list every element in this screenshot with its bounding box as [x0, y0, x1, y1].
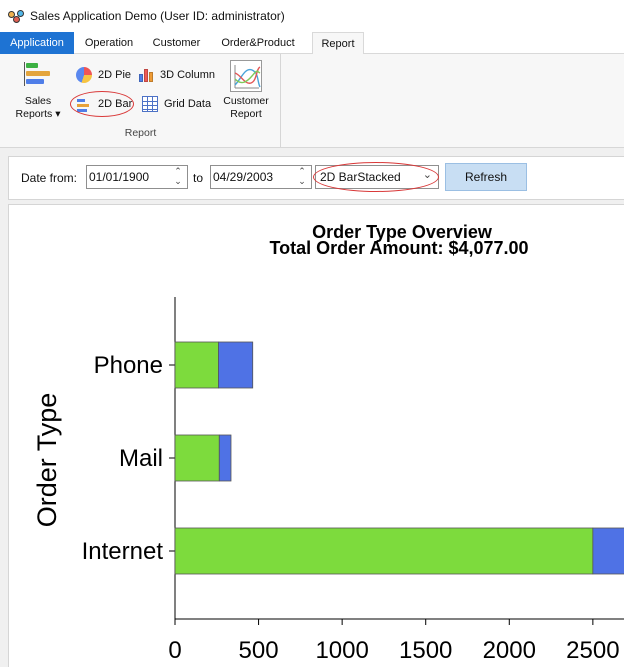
tab-order-product[interactable]: Order&Product — [219, 32, 297, 54]
3d-column-label: 3D Column — [160, 69, 216, 81]
tab-operation[interactable]: Operation — [82, 32, 136, 54]
y-tick-label-internet: Internet — [82, 538, 164, 565]
sales-reports-icon — [22, 60, 54, 92]
column-chart-icon — [138, 67, 154, 83]
customer-report-label-line2: Report — [230, 108, 262, 120]
report-ribbon: Sales Reports ▾ 2D Pie 2D Bar 3D Column … — [0, 54, 624, 148]
application-window: Sales Application Demo (User ID: adminis… — [0, 0, 624, 667]
grid-data-button[interactable]: Grid Data — [142, 95, 211, 113]
tab-report[interactable]: Report — [312, 32, 364, 55]
chevron-down-icon: ⌄ — [174, 176, 182, 186]
x-tick-label-500: 500 — [239, 637, 279, 664]
customer-report-button[interactable]: Customer Report — [220, 60, 272, 121]
grid-icon — [142, 96, 158, 112]
x-tick-label-0: 0 — [168, 637, 181, 664]
bar-chart-icon — [76, 96, 92, 112]
report-ribbon-group: Sales Reports ▾ 2D Pie 2D Bar 3D Column … — [0, 54, 281, 147]
chart-type-select[interactable]: 2D BarStacked ⌄ — [315, 165, 439, 189]
x-tick-label-2000: 2000 — [483, 637, 536, 664]
ribbon-group-label: Report — [124, 127, 157, 139]
sales-reports-label-line2: Reports ▾ — [15, 108, 61, 120]
bar-mail-segment-1 — [174, 434, 220, 482]
bar-internet-segment-2 — [592, 527, 624, 575]
x-tick-label-1500: 1500 — [399, 637, 452, 664]
chevron-down-icon: ⌄ — [422, 169, 432, 181]
date-from-label: Date from: — [21, 171, 78, 185]
date-from-value: 01/01/1900 — [89, 170, 150, 184]
3d-column-button[interactable]: 3D Column — [138, 66, 215, 84]
2d-bar-button[interactable]: 2D Bar — [76, 95, 132, 113]
sales-reports-button[interactable]: Sales Reports ▾ — [12, 60, 64, 121]
to-label: to — [193, 171, 204, 185]
window-title: Sales Application Demo (User ID: adminis… — [30, 9, 285, 23]
y-tick-label-mail: Mail — [119, 445, 163, 472]
bar-phone-segment-2 — [218, 341, 254, 389]
grid-data-label: Grid Data — [164, 98, 212, 110]
sales-reports-label-line1: Sales — [24, 95, 52, 107]
chart-panel: Order Type Overview Total Order Amount: … — [8, 204, 624, 667]
title-bar: Sales Application Demo (User ID: adminis… — [0, 0, 624, 32]
2d-pie-button[interactable]: 2D Pie — [76, 66, 131, 84]
dropdown-arrow-icon: ▾ — [55, 108, 61, 120]
x-tick-label-2500: 2500 — [566, 637, 619, 664]
pie-chart-icon — [76, 67, 92, 83]
chevron-up-icon: ⌃ — [174, 166, 182, 176]
ribbon-tab-bar: Application Operation Customer Order&Pro… — [0, 32, 624, 55]
chevron-up-icon: ⌃ — [298, 166, 306, 176]
y-tick-label-phone: Phone — [94, 352, 163, 379]
2d-bar-label: 2D Bar — [98, 98, 133, 110]
order-type-chart: Phone Mail Internet 0 500 1000 1500 2000 2500 Ord… — [32, 297, 624, 664]
tab-customer[interactable]: Customer — [150, 32, 203, 54]
customer-report-label-line1: Customer — [223, 95, 269, 107]
refresh-button[interactable]: Refresh — [445, 163, 527, 191]
chart-type-value: 2D BarStacked — [320, 170, 401, 184]
2d-pie-label: 2D Pie — [98, 69, 132, 81]
date-to-value: 04/29/2003 — [213, 170, 274, 184]
bar-internet-segment-1 — [174, 527, 594, 575]
date-to-spinner[interactable]: ⌃ ⌄ — [295, 167, 309, 187]
x-tick-label-1000: 1000 — [315, 637, 368, 664]
y-axis-label: Order Type — [32, 393, 62, 528]
curve-chart-icon — [230, 60, 262, 92]
date-from-field[interactable]: 01/01/1900 ⌃ ⌄ — [86, 165, 188, 189]
filter-toolbar: Date from: 01/01/1900 ⌃ ⌄ to 04/29/2003 … — [8, 156, 624, 200]
bar-phone-segment-1 — [174, 341, 219, 389]
app-logo-icon — [8, 8, 24, 24]
tab-application[interactable]: Application — [0, 32, 74, 54]
date-to-field[interactable]: 04/29/2003 ⌃ ⌄ — [210, 165, 312, 189]
chevron-down-icon: ⌄ — [298, 176, 306, 186]
date-from-spinner[interactable]: ⌃ ⌄ — [171, 167, 185, 187]
bar-mail-segment-2 — [218, 434, 232, 482]
